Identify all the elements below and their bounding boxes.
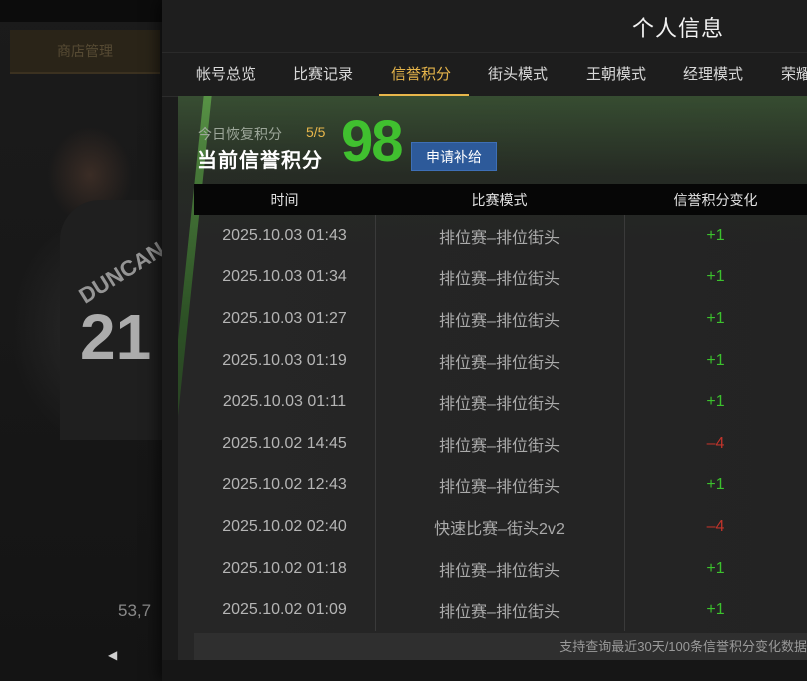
table-footer: 支持查询最近30天/100条信誉积分变化数据 — [194, 633, 807, 660]
row-mode: 排位赛–排位街头 — [439, 229, 560, 247]
row-change: –4 — [706, 517, 725, 535]
daily-recover-value: 5/5 — [306, 124, 326, 140]
background-menu-tab: 商店管理 — [10, 30, 160, 74]
credit-score: 98 — [341, 109, 403, 174]
row-change: +1 — [706, 268, 725, 286]
tab-manager-mode[interactable]: 经理模式 — [683, 53, 743, 95]
background-stat: 53,7 — [118, 601, 152, 620]
credit-points-panel: 今日恢复积分 5/5 当前信誉积分 98 申请补给 时间 比赛模式 信誉积分变化… — [178, 96, 807, 660]
table-body: 2025.10.03 01:43 排位赛–排位街头 +1 2025.10.03 01:… — [194, 215, 807, 631]
row-time: 2025.10.03 01:19 — [222, 351, 347, 369]
row-mode: 排位赛–排位街头 — [439, 396, 560, 414]
row-change: –4 — [706, 434, 725, 452]
dialog-title: 个人信息 — [632, 16, 725, 41]
row-mode: 排位赛–排位街头 — [439, 312, 560, 330]
row-time: 2025.10.02 01:09 — [222, 601, 347, 619]
row-time: 2025.10.03 01:11 — [222, 393, 347, 411]
row-time: 2025.10.02 02:40 — [222, 517, 347, 535]
table-row: 2025.10.02 12:43 排位赛–排位街头 +1 — [194, 465, 807, 507]
personal-info-dialog: 个人信息 帐号总览 比赛记录 信誉积分 街头模式 王朝模式 经理模式 荣耀 今日… — [162, 0, 807, 681]
column-divider — [624, 215, 625, 631]
table-row: 2025.10.02 14:45 排位赛–排位街头 –4 — [194, 423, 807, 465]
tab-credit-points[interactable]: 信誉积分 — [378, 53, 470, 96]
row-mode: 排位赛–排位街头 — [439, 437, 560, 455]
dialog-header: 个人信息 — [162, 0, 807, 53]
row-time: 2025.10.02 14:45 — [222, 434, 347, 452]
jersey-name: DUNCAN — [74, 236, 169, 309]
tab-street-mode[interactable]: 街头模式 — [488, 53, 548, 95]
row-change: +1 — [706, 601, 725, 619]
table-row: 2025.10.03 01:27 排位赛–排位街头 +1 — [194, 298, 807, 340]
player-jersey-image: DUNCAN 21 — [60, 200, 170, 440]
background-menu-tab-label: 商店管理 — [57, 43, 113, 59]
row-time: 2025.10.02 01:18 — [222, 559, 347, 577]
table-row: 2025.10.03 01:11 排位赛–排位街头 +1 — [194, 381, 807, 423]
row-change: +1 — [706, 226, 725, 244]
row-mode: 排位赛–排位街头 — [439, 479, 560, 497]
query-limit-note: 支持查询最近30天/100条信誉积分变化数据 — [559, 639, 807, 654]
tab-match-records[interactable]: 比赛记录 — [293, 53, 353, 95]
row-mode: 排位赛–排位街头 — [439, 604, 560, 622]
table-row: 2025.10.02 01:18 排位赛–排位街头 +1 — [194, 548, 807, 590]
row-change: +1 — [706, 476, 725, 494]
header-time: 时间 — [270, 191, 299, 208]
tab-honor[interactable]: 荣耀 — [781, 53, 807, 95]
row-mode: 排位赛–排位街头 — [439, 562, 560, 580]
table-row: 2025.10.03 01:43 排位赛–排位街头 +1 — [194, 215, 807, 257]
dialog-bottom-edge — [162, 660, 807, 681]
credit-history-table: 时间 比赛模式 信誉积分变化 2025.10.03 01:43 排位赛–排位街头 +… — [194, 184, 807, 631]
row-mode: 排位赛–排位街头 — [439, 354, 560, 372]
table-row: 2025.10.02 02:40 快速比赛–街头2v2 –4 — [194, 506, 807, 548]
tab-bar: 帐号总览 比赛记录 信誉积分 街头模式 王朝模式 经理模式 荣耀 — [162, 53, 807, 97]
jersey-number: 21 — [80, 301, 152, 373]
current-credit-label: 当前信誉积分 — [197, 150, 323, 172]
row-change: +1 — [706, 351, 725, 369]
header-mode: 比赛模式 — [471, 191, 528, 208]
row-time: 2025.10.03 01:34 — [222, 268, 347, 286]
tab-account-overview[interactable]: 帐号总览 — [196, 53, 256, 95]
row-time: 2025.10.02 12:43 — [222, 476, 347, 494]
row-change: +1 — [706, 393, 725, 411]
row-mode: 排位赛–排位街头 — [439, 271, 560, 289]
table-row: 2025.10.03 01:34 排位赛–排位街头 +1 — [194, 257, 807, 299]
row-mode: 快速比赛–街头2v2 — [434, 520, 565, 538]
table-row: 2025.10.02 01:09 排位赛–排位街头 +1 — [194, 589, 807, 631]
table-header: 时间 比赛模式 信誉积分变化 — [194, 184, 807, 215]
apply-supply-button[interactable]: 申请补给 — [411, 142, 497, 171]
tab-dynasty-mode[interactable]: 王朝模式 — [586, 53, 646, 95]
header-change: 信誉积分变化 — [673, 191, 758, 208]
table-row: 2025.10.03 01:19 排位赛–排位街头 +1 — [194, 340, 807, 382]
background-left-arrow-icon: ◀ — [108, 648, 118, 662]
row-change: +1 — [706, 559, 725, 577]
row-time: 2025.10.03 01:43 — [222, 226, 347, 244]
row-change: +1 — [706, 309, 725, 327]
daily-recover-label: 今日恢复积分 — [198, 126, 282, 142]
column-divider — [375, 215, 376, 631]
row-time: 2025.10.03 01:27 — [222, 309, 347, 327]
